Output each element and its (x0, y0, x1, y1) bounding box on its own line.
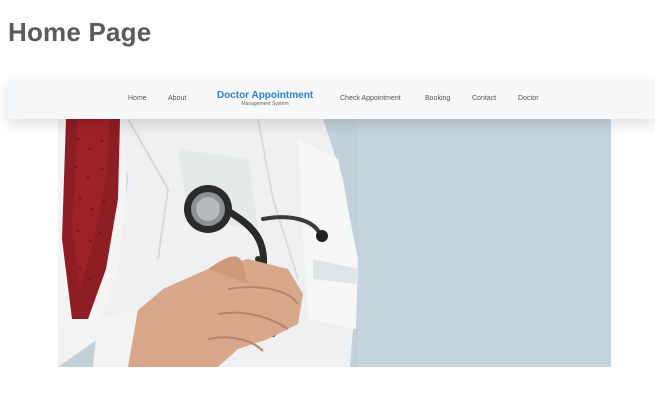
hero-banner (58, 119, 611, 367)
brand-logo[interactable]: Doctor Appointment Management System (212, 90, 318, 107)
page: Home Page Home About Doctor Appointment … (0, 0, 655, 403)
page-title: Home Page (8, 17, 152, 47)
nav-item-check-appointment[interactable]: Check Appointment (340, 95, 401, 102)
navbar: Home About Doctor Appointment Management… (8, 79, 655, 119)
website-preview: Home About Doctor Appointment Management… (8, 79, 655, 379)
brand-subtitle: Management System (241, 101, 289, 107)
doctor-stethoscope-image (58, 119, 611, 367)
brand-name: Doctor Appointment (216, 90, 314, 101)
nav-item-contact[interactable]: Contact (472, 95, 496, 102)
nav-item-about[interactable]: About (168, 95, 186, 102)
nav-item-booking[interactable]: Booking (425, 95, 450, 102)
nav-item-doctor[interactable]: Doctor (518, 95, 539, 102)
nav-item-home[interactable]: Home (128, 95, 147, 102)
